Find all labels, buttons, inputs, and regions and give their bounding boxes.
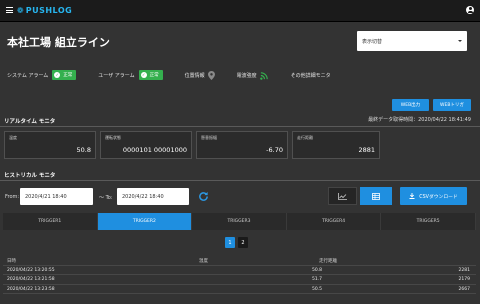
web-trigger-button[interactable]: WEBトリガ — [433, 99, 471, 111]
from-date-input[interactable]: 2020/4/21 18:40 — [20, 188, 93, 205]
badge-text: 正常 — [149, 73, 159, 78]
caret-down-icon — [458, 40, 462, 42]
last-time-value: 2020/04/22 18:41:49 — [418, 117, 471, 123]
cell-datetime: 2020/04/22 13:20:55 — [7, 267, 55, 273]
card-value: 2881 — [358, 146, 375, 154]
column-header-temperature: 温度 — [199, 259, 208, 264]
table-row: 2020/04/22 13:23:58 50.5 2667 — [3, 285, 476, 294]
account-icon[interactable] — [466, 6, 474, 14]
card-value: 50.8 — [76, 146, 91, 154]
system-alarm-label: システム アラーム — [7, 72, 49, 79]
last-data-time: 最終データ取得時間：2020/04/22 18:41:49 — [368, 116, 471, 123]
system-alarm-status[interactable]: システム アラーム ✓ 正常 — [7, 70, 77, 80]
signal-strength-icon — [259, 71, 268, 80]
logo[interactable]: ❁ PUSHLOG — [17, 6, 72, 16]
table-view-button[interactable] — [360, 187, 392, 205]
table-row: 2020/04/22 13:21:58 51.7 2179 — [3, 275, 476, 285]
chart-view-button[interactable] — [328, 187, 357, 205]
tab-trigger2[interactable]: TRIGGER2 — [97, 213, 193, 230]
divider — [0, 126, 480, 127]
card-label: 懸垂振幅 — [201, 135, 217, 140]
cell-temperature: 51.7 — [311, 277, 322, 282]
table-header: 日時 温度 走行距離 — [3, 256, 476, 266]
other-monitor-link[interactable]: その他詳細モニタ — [291, 72, 331, 79]
location-label: 位置情報 — [184, 72, 205, 79]
distance-card: 走行距離 2881 — [292, 131, 380, 159]
cell-distance: 2281 — [458, 267, 470, 273]
display-switch-select[interactable]: 表示切替 — [357, 31, 467, 51]
from-label: From: — [5, 194, 20, 200]
historical-monitor-title: ヒストリカル モニタ — [4, 173, 56, 179]
cell-distance: 2667 — [458, 286, 470, 292]
tab-trigger3[interactable]: TRIGGER3 — [192, 213, 287, 230]
signal-label: 電波強度 — [236, 72, 257, 79]
line-chart-icon — [338, 192, 347, 200]
page-button-1[interactable]: 1 — [225, 237, 235, 248]
signal-status[interactable]: 電波強度 — [237, 71, 269, 80]
refresh-icon[interactable] — [198, 191, 209, 202]
logo-text: PUSHLOG — [25, 6, 73, 15]
divider — [0, 180, 480, 181]
cell-temperature: 50.5 — [311, 286, 322, 292]
location-pin-icon — [207, 70, 215, 80]
amplitude-card: 懸垂振幅 -6.70 — [196, 131, 288, 159]
table-row: 2020/04/22 13:20:55 50.8 2281 — [3, 266, 476, 275]
check-icon: ✓ — [140, 72, 147, 78]
user-alarm-status[interactable]: ユーザ アラーム ✓ 正常 — [98, 70, 163, 80]
page-title: 本社工場 組立ライン — [7, 36, 110, 49]
table-icon — [372, 192, 380, 200]
pagination: 1 2 — [225, 237, 251, 248]
location-status[interactable]: 位置情報 — [184, 70, 215, 80]
cell-distance: 2179 — [458, 277, 470, 282]
card-label: 走行距離 — [297, 135, 313, 140]
card-label: 運転状態 — [105, 135, 121, 140]
check-icon: ✓ — [54, 72, 61, 78]
download-icon — [409, 193, 415, 199]
trigger-tabs: TRIGGER1 TRIGGER2 TRIGGER3 TRIGGER4 TRIG… — [3, 213, 476, 230]
paw-icon: ❁ — [17, 6, 24, 15]
page-button-2[interactable]: 2 — [238, 237, 248, 248]
column-header-distance: 走行距離 — [319, 259, 337, 264]
to-label: ～ To: — [99, 195, 113, 201]
system-alarm-badge: ✓ 正常 — [52, 70, 77, 80]
menu-icon[interactable] — [6, 7, 13, 13]
realtime-monitor-title: リアルタイム モニタ — [4, 119, 56, 125]
cell-datetime: 2020/04/22 13:21:58 — [7, 277, 55, 282]
last-time-label: 最終データ取得時間： — [368, 117, 419, 123]
csv-download-label: CSVダウンロード — [419, 194, 458, 200]
to-date-input[interactable]: 2020/4/22 18:40 — [117, 188, 189, 205]
temperature-card: 温度 50.8 — [4, 131, 96, 159]
operation-state-card: 運転状態 0000101 00001000 — [100, 131, 192, 159]
user-alarm-label: ユーザ アラーム — [98, 72, 135, 79]
card-value: -6.70 — [266, 146, 283, 154]
cell-temperature: 50.8 — [311, 267, 322, 273]
column-header-datetime: 日時 — [7, 259, 16, 264]
top-app-bar: ❁ PUSHLOG — [0, 0, 480, 22]
cell-datetime: 2020/04/22 13:23:58 — [7, 286, 55, 292]
web-output-button[interactable]: WEB出力 — [392, 99, 429, 111]
history-table: 日時 温度 走行距離 2020/04/22 13:20:55 50.8 2281… — [3, 256, 476, 294]
tab-trigger1[interactable]: TRIGGER1 — [3, 213, 98, 230]
card-label: 温度 — [9, 135, 17, 140]
display-switch-value: 表示切替 — [362, 38, 383, 45]
status-row: システム アラーム ✓ 正常 ユーザ アラーム ✓ 正常 位置情報 電波強度 その他… — [7, 68, 353, 82]
tab-trigger5[interactable]: TRIGGER5 — [381, 213, 476, 230]
badge-text: 正常 — [63, 73, 73, 78]
other-monitor-label: その他詳細モニタ — [290, 72, 331, 79]
card-value: 0000101 00001000 — [122, 146, 187, 154]
user-alarm-badge: ✓ 正常 — [138, 70, 163, 80]
tab-trigger4[interactable]: TRIGGER4 — [287, 213, 382, 230]
csv-download-button[interactable]: CSVダウンロード — [400, 187, 467, 205]
